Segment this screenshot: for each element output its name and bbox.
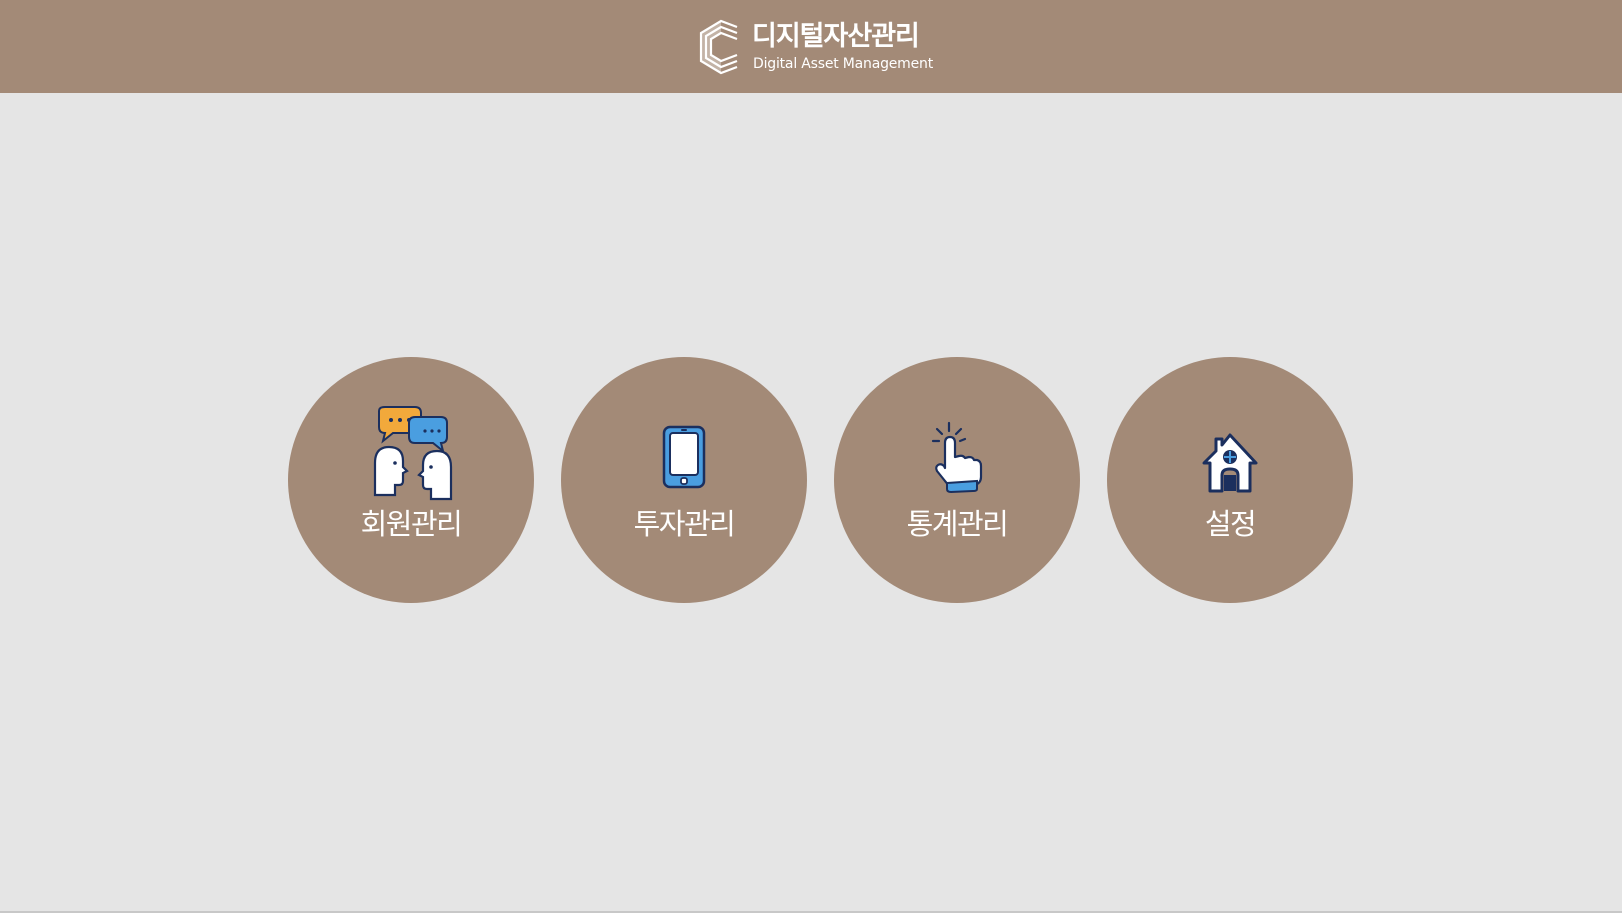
- smartphone-icon: [662, 425, 706, 489]
- pointing-hand-icon: [931, 421, 983, 493]
- main-menu: 회원관리 투자관리 통계관리 설정: [288, 357, 1353, 603]
- app-title: 디지털자산관리: [752, 21, 920, 52]
- menu-statistics-management[interactable]: 통계관리: [834, 357, 1080, 603]
- menu-member-management[interactable]: 회원관리: [288, 357, 534, 603]
- menu-settings-label: 설정: [1204, 507, 1257, 541]
- app-subtitle: Digital Asset Management: [753, 56, 933, 72]
- menu-investment-management-label: 투자관리: [633, 507, 736, 541]
- menu-settings[interactable]: 설정: [1107, 357, 1353, 603]
- c-logo-icon: [699, 19, 738, 75]
- house-icon: [1202, 433, 1258, 493]
- app-logo[interactable]: 디지털자산관리 Digital Asset Management: [697, 19, 933, 75]
- header-bar: 디지털자산관리 Digital Asset Management: [0, 0, 1622, 93]
- menu-investment-management[interactable]: 투자관리: [561, 357, 807, 603]
- menu-member-management-label: 회원관리: [360, 507, 463, 541]
- menu-statistics-management-label: 통계관리: [906, 507, 1009, 541]
- speech-bubbles-people-icon: [373, 406, 453, 501]
